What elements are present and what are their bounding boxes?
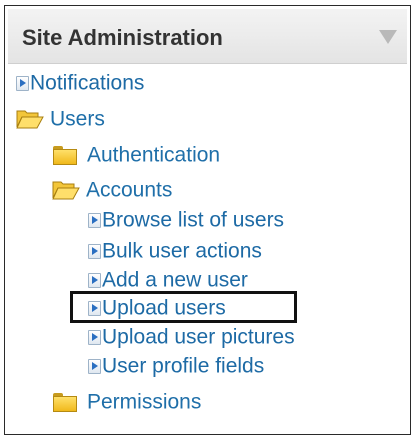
play-doc-icon	[88, 243, 101, 259]
folder-closed-icon	[53, 392, 77, 412]
folder-open-icon	[52, 181, 80, 200]
folder-open-icon	[16, 110, 44, 129]
play-doc-icon	[88, 212, 101, 228]
tree-item-label: Bulk user actions	[102, 239, 262, 263]
tree-item-label: Upload users	[102, 296, 226, 320]
tree-item-upload-user-pictures[interactable]: Upload user pictures	[88, 325, 295, 351]
tree-item-notifications[interactable]: Notifications	[16, 71, 144, 97]
tree-item-browse-list-of-users[interactable]: Browse list of users	[88, 208, 284, 234]
block-title: Site Administration	[22, 25, 223, 50]
tree-item-label: Browse list of users	[102, 208, 285, 232]
block-header: Site Administration	[8, 9, 407, 64]
collapse-triangle-icon[interactable]	[379, 30, 397, 44]
play-doc-icon	[88, 358, 101, 374]
tree-item-label: Authentication	[87, 143, 221, 167]
tree-item-label: Users	[50, 107, 105, 131]
tree-item-label: Accounts	[86, 178, 173, 202]
tree-folder-permissions[interactable]: Permissions	[53, 390, 201, 416]
tree-folder-users[interactable]: Users	[16, 107, 105, 133]
tree-item-label: Add a new user	[102, 268, 248, 292]
tree-item-upload-users[interactable]: Upload users	[88, 296, 226, 322]
play-doc-icon	[88, 329, 101, 345]
tree-item-label: Notifications	[30, 71, 145, 95]
folder-closed-icon	[53, 145, 77, 165]
tree-item-label: Upload user pictures	[102, 325, 295, 349]
tree-item-label: Permissions	[87, 390, 202, 414]
tree-folder-accounts[interactable]: Accounts	[52, 178, 172, 204]
tree-folder-authentication[interactable]: Authentication	[53, 143, 220, 169]
tree-item-add-a-new-user[interactable]: Add a new user	[88, 268, 248, 294]
play-doc-icon	[88, 300, 101, 316]
tree-item-bulk-user-actions[interactable]: Bulk user actions	[88, 239, 262, 265]
play-doc-icon	[16, 75, 29, 91]
tree-item-label: User profile fields	[102, 354, 265, 378]
tree-item-user-profile-fields[interactable]: User profile fields	[88, 354, 264, 380]
play-doc-icon	[88, 272, 101, 288]
